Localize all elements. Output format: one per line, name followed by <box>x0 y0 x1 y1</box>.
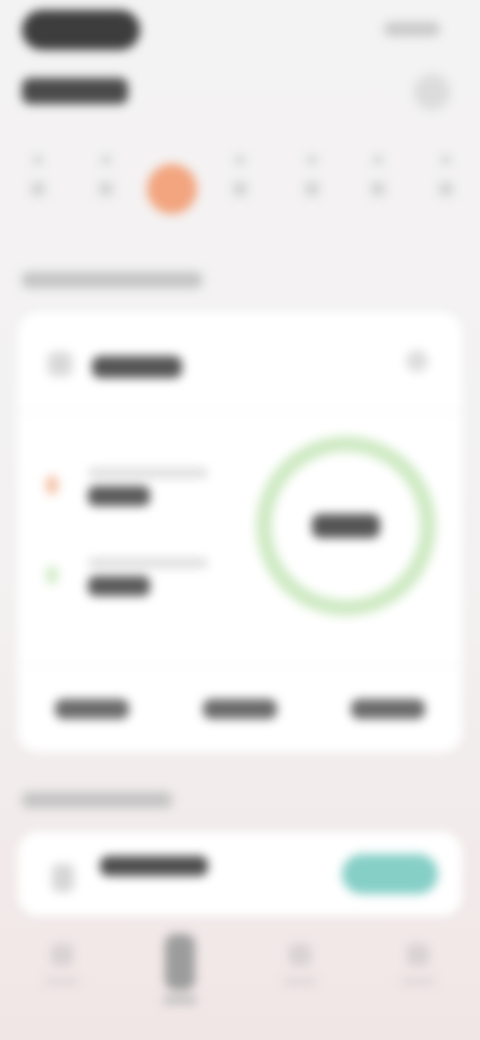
selected-day-circle <box>147 164 197 214</box>
bottom-nav <box>0 920 480 1040</box>
ring-value <box>312 514 380 538</box>
home-icon <box>51 944 73 966</box>
day-of-week <box>33 156 43 164</box>
nav-item-profile[interactable] <box>388 934 448 1014</box>
metric-label <box>88 558 208 568</box>
calendar-icon[interactable] <box>414 74 450 110</box>
profile-icon <box>407 944 429 966</box>
stats-row <box>18 664 462 752</box>
activity-button[interactable] <box>342 854 438 894</box>
day-item[interactable] <box>212 150 268 230</box>
metric-value <box>88 576 150 596</box>
day-number <box>371 182 385 196</box>
day-number <box>439 182 453 196</box>
day-of-week <box>101 156 111 164</box>
metric-item <box>46 552 246 612</box>
day-of-week <box>235 156 245 164</box>
nav-label <box>283 978 317 986</box>
nav-item-home[interactable] <box>32 934 92 1014</box>
metric-item <box>46 462 246 522</box>
metric-label <box>88 468 208 478</box>
day-of-week <box>307 156 317 164</box>
day-item[interactable] <box>78 150 134 230</box>
page-title <box>22 78 128 104</box>
day-number <box>31 182 45 196</box>
metric-icon <box>46 476 58 494</box>
section-title <box>22 272 202 288</box>
section-title <box>22 792 172 808</box>
card-header[interactable] <box>18 312 462 412</box>
week-strip <box>0 150 480 230</box>
day-of-week <box>373 156 383 164</box>
card-title <box>92 356 182 378</box>
stat-value <box>203 698 277 719</box>
nav-label <box>401 978 435 986</box>
day-item[interactable] <box>418 150 474 230</box>
chart-icon <box>289 944 311 966</box>
stat-value <box>55 698 129 719</box>
metric-icon <box>46 566 58 584</box>
progress-ring <box>256 436 436 616</box>
nav-item-chart[interactable] <box>270 934 330 1014</box>
activity-icon <box>52 864 74 892</box>
day-item[interactable] <box>350 150 406 230</box>
calendar-icon <box>165 934 195 990</box>
activity-title <box>100 856 208 876</box>
day-number <box>99 182 113 196</box>
top-meta <box>384 22 440 36</box>
nav-label <box>163 996 197 1004</box>
chevron-right-icon[interactable] <box>406 350 428 372</box>
day-item-selected[interactable] <box>144 150 200 230</box>
day-of-week <box>441 156 451 164</box>
summary-card[interactable] <box>18 312 462 752</box>
top-pill[interactable] <box>22 10 140 50</box>
day-number <box>305 182 319 196</box>
metric-value <box>88 486 150 506</box>
stat-value <box>351 698 425 719</box>
activity-card[interactable] <box>18 832 462 916</box>
day-item[interactable] <box>284 150 340 230</box>
day-number <box>233 182 247 196</box>
nav-item-calendar[interactable] <box>150 934 210 1014</box>
nav-label <box>45 978 79 986</box>
card-icon <box>48 352 72 376</box>
day-item[interactable] <box>10 150 66 230</box>
